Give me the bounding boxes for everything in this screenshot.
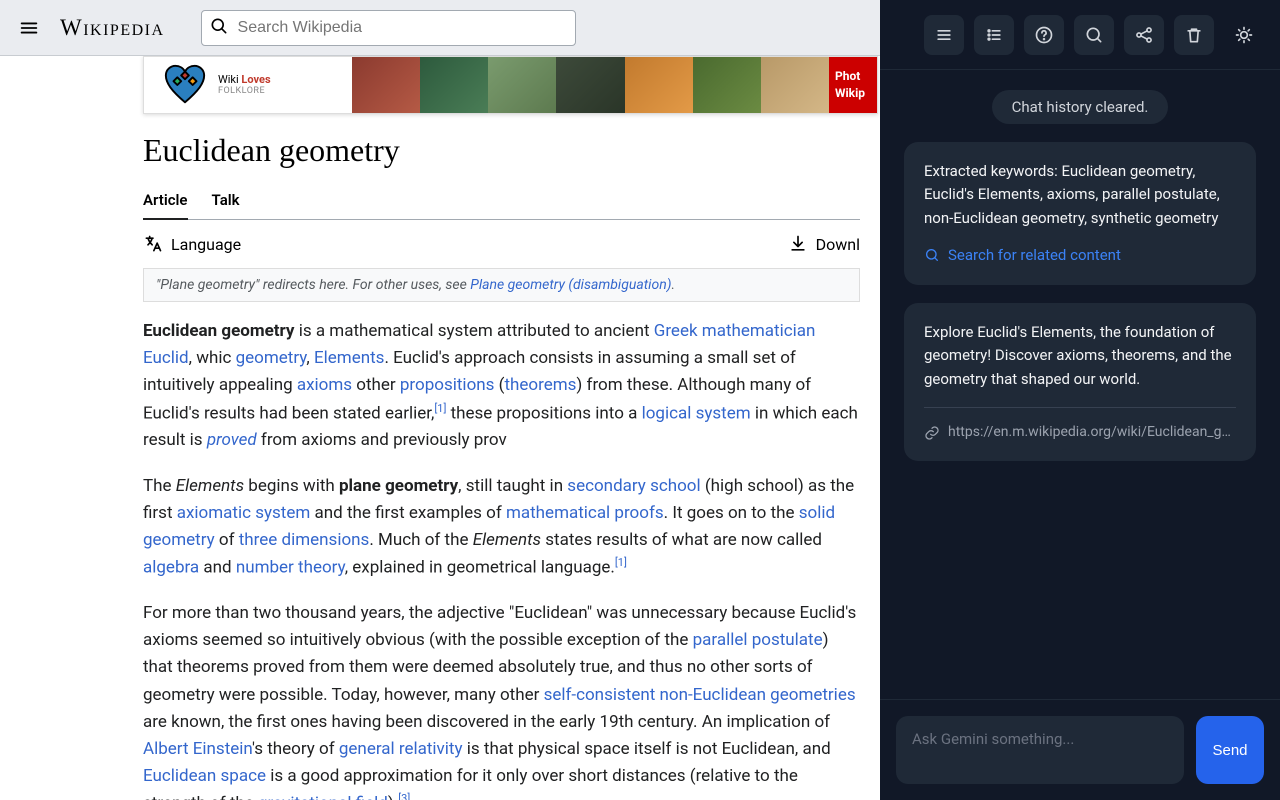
ask-input[interactable] xyxy=(896,716,1184,784)
hatnote-suffix: . xyxy=(671,277,675,293)
sidebar-input-row: Send xyxy=(880,699,1280,800)
source-link[interactable]: https://en.m.wikipedia.org/wiki/Euclidea… xyxy=(924,407,1236,444)
keywords-text: Extracted keywords: Euclidean geometry, … xyxy=(924,160,1236,230)
banner-loves: Loves xyxy=(241,73,270,86)
theme-icon[interactable] xyxy=(1224,15,1264,55)
link-logical-system[interactable]: logical system xyxy=(642,403,751,423)
link-proved[interactable]: proved xyxy=(207,430,257,450)
hatnote-prefix: "Plane geometry" redirects here. For oth… xyxy=(156,277,470,293)
banner-cta-line1: Phot xyxy=(835,68,877,85)
link-propositions[interactable]: propositions xyxy=(400,375,495,395)
language-tool[interactable]: Language xyxy=(143,234,241,254)
search-wrap xyxy=(201,10,576,46)
link-euclidean-space[interactable]: Euclidean space xyxy=(143,766,266,786)
search-icon xyxy=(209,16,229,40)
banner-cta-line2: Wikip xyxy=(835,85,877,102)
hatnote: "Plane geometry" redirects here. For oth… xyxy=(143,268,860,302)
trash-icon[interactable] xyxy=(1174,15,1214,55)
page-title: Euclidean geometry xyxy=(143,132,860,169)
wiki-header: Wikipedia xyxy=(0,0,880,56)
tools-row: Language Downl xyxy=(143,220,860,268)
tab-talk[interactable]: Talk xyxy=(212,183,240,219)
article-tabs: Article Talk xyxy=(143,183,860,220)
wikipedia-wordmark[interactable]: Wikipedia xyxy=(60,15,165,41)
wiki-scroll[interactable]: Wiki Loves FOLKLORE Phot Wikip Euclidean… xyxy=(0,56,880,800)
link-general-relativity[interactable]: general relativity xyxy=(339,739,463,759)
hatnote-link[interactable]: Plane geometry (disambiguation) xyxy=(470,277,671,293)
link-three-dimensions[interactable]: three dimensions xyxy=(239,530,370,550)
ref-1[interactable]: [1] xyxy=(434,402,446,415)
banner-folklore: FOLKLORE xyxy=(218,86,271,97)
source-url: https://en.m.wikipedia.org/wiki/Euclidea… xyxy=(948,422,1231,444)
list-icon[interactable] xyxy=(974,15,1014,55)
paragraph-icon[interactable] xyxy=(924,15,964,55)
paragraph-2: The Elements begins with plane geometry,… xyxy=(143,473,860,582)
share-icon[interactable] xyxy=(1124,15,1164,55)
link-axioms[interactable]: axioms xyxy=(297,375,352,395)
link-number-theory[interactable]: number theory xyxy=(236,558,345,578)
article: Euclidean geometry Article Talk Language… xyxy=(0,132,880,800)
status-pill: Chat history cleared. xyxy=(992,90,1169,124)
banner-left: Wiki Loves FOLKLORE xyxy=(144,57,352,113)
sidebar-body: Chat history cleared. Extracted keywords… xyxy=(880,70,1280,699)
download-tool[interactable]: Downl xyxy=(788,234,860,254)
ref-1b[interactable]: [1] xyxy=(615,556,627,569)
send-button[interactable]: Send xyxy=(1196,716,1264,784)
search-related-action[interactable]: Search for related content xyxy=(924,244,1236,267)
sidebar-toolbar xyxy=(880,0,1280,70)
summary-card: Explore Euclid's Elements, the foundatio… xyxy=(904,303,1256,461)
keywords-card: Extracted keywords: Euclidean geometry, … xyxy=(904,142,1256,285)
link-axiomatic-system[interactable]: axiomatic system xyxy=(177,503,311,523)
link-secondary-school[interactable]: secondary school xyxy=(567,476,700,496)
link-non-euclidean[interactable]: self-consistent non-Euclidean geometries xyxy=(544,685,856,705)
banner-cta[interactable]: Phot Wikip xyxy=(829,57,877,113)
banner-wiki: Wiki xyxy=(218,73,241,86)
search-icon[interactable] xyxy=(1074,15,1114,55)
help-icon[interactable] xyxy=(1024,15,1064,55)
wiki-loves-folklore-banner[interactable]: Wiki Loves FOLKLORE Phot Wikip xyxy=(143,56,878,114)
menu-icon[interactable] xyxy=(14,13,44,43)
link-algebra[interactable]: algebra xyxy=(143,558,199,578)
ref-3[interactable]: [3] xyxy=(398,792,410,800)
link-theorems[interactable]: theorems xyxy=(504,375,576,395)
search-input[interactable] xyxy=(201,10,576,46)
language-label: Language xyxy=(171,235,241,254)
download-label: Downl xyxy=(816,235,860,254)
link-einstein[interactable]: Albert Einstein xyxy=(143,739,252,759)
article-body: Euclidean geometry is a mathematical sys… xyxy=(143,318,860,800)
gemini-sidebar: Chat history cleared. Extracted keywords… xyxy=(880,0,1280,800)
tab-article[interactable]: Article xyxy=(143,183,188,219)
p1-bold: Euclidean geometry xyxy=(143,321,294,341)
summary-text: Explore Euclid's Elements, the foundatio… xyxy=(924,321,1236,391)
banner-photo-strip xyxy=(352,57,829,113)
link-mathematical-proofs[interactable]: mathematical proofs xyxy=(506,503,664,523)
search-related-label: Search for related content xyxy=(948,244,1121,267)
link-parallel-postulate[interactable]: parallel postulate xyxy=(693,630,823,650)
wikipedia-page: Wikipedia xyxy=(0,0,880,800)
paragraph-3: For more than two thousand years, the ad… xyxy=(143,600,860,800)
paragraph-1: Euclidean geometry is a mathematical sys… xyxy=(143,318,860,455)
banner-text: Wiki Loves FOLKLORE xyxy=(218,73,271,97)
link-elements[interactable]: Elements xyxy=(314,348,384,368)
link-geometry[interactable]: geometry xyxy=(236,348,307,368)
folklore-heart-icon xyxy=(162,62,208,108)
link-gravitational-field[interactable]: gravitational field xyxy=(258,794,388,800)
